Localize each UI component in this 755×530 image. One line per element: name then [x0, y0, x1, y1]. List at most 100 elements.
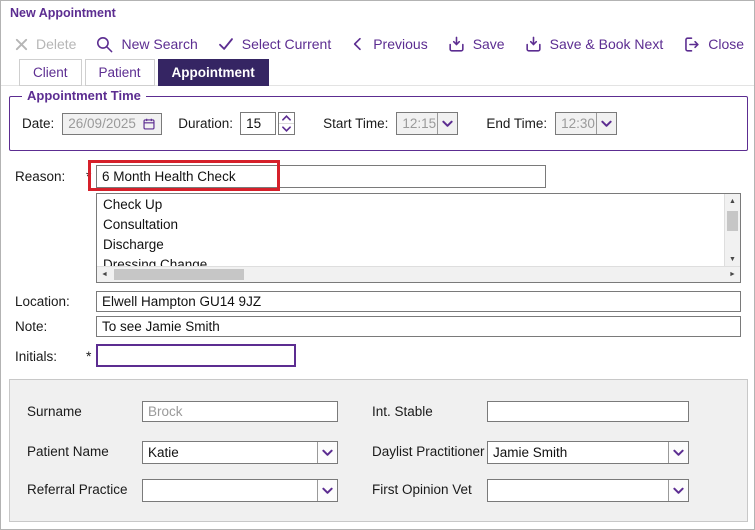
chevron-down-icon[interactable] [317, 480, 337, 501]
new-appointment-window: New Appointment Delete New Search Select… [0, 0, 755, 530]
duration-input[interactable]: 15 [240, 112, 277, 135]
reason-option[interactable]: Consultation [97, 215, 724, 235]
check-icon [217, 35, 235, 53]
start-time-label: Start Time: [323, 116, 389, 131]
reason-required-marker: * [86, 168, 92, 184]
duration-value: 15 [246, 116, 262, 131]
location-value: Elwell Hampton GU14 9JZ [102, 294, 262, 309]
end-time-value: 12:30 [561, 116, 595, 131]
chevron-down-icon[interactable] [596, 113, 617, 134]
first-opinion-vet-label: First Opinion Vet [372, 482, 472, 497]
end-time-label: End Time: [486, 116, 548, 131]
vertical-scrollbar[interactable]: ▲ ▼ [724, 194, 740, 267]
select-current-label: Select Current [241, 36, 332, 52]
patient-name-combo[interactable]: Katie [142, 441, 338, 464]
first-opinion-vet-combo[interactable] [487, 479, 689, 502]
int-stable-label: Int. Stable [372, 404, 433, 419]
new-search-label: New Search [121, 36, 198, 52]
search-icon [95, 35, 114, 54]
save-button[interactable]: Save [447, 35, 505, 54]
chevron-down-icon[interactable] [668, 480, 688, 501]
int-stable-input[interactable] [487, 401, 689, 422]
scroll-up-icon[interactable]: ▲ [725, 194, 740, 209]
chevron-down-icon[interactable] [437, 113, 458, 134]
tabstrip: Client Patient Appointment [19, 59, 269, 86]
date-input[interactable]: 26/09/2025 [62, 112, 163, 135]
patient-name-label: Patient Name [27, 444, 109, 459]
reason-option[interactable]: Check Up [97, 195, 724, 215]
reason-input[interactable]: 6 Month Health Check [96, 165, 546, 188]
scroll-down-icon[interactable]: ▼ [725, 252, 740, 267]
appointment-time-group: Appointment Time Date: 26/09/2025 Durati… [9, 88, 748, 151]
delete-label: Delete [36, 36, 77, 52]
reason-option[interactable]: Discharge [97, 235, 724, 255]
scroll-right-icon[interactable]: ► [725, 267, 740, 282]
save-book-next-label: Save & Book Next [549, 36, 664, 52]
referral-practice-value [143, 480, 317, 501]
initials-input[interactable] [96, 344, 296, 367]
scroll-left-icon[interactable]: ◄ [97, 267, 112, 282]
previous-label: Previous [373, 36, 428, 52]
initials-required-marker: * [86, 348, 92, 364]
close-label: Close [708, 36, 745, 52]
x-icon [14, 37, 29, 52]
toolbar: Delete New Search Select Current Previou… [14, 28, 748, 60]
location-label: Location: [15, 294, 70, 309]
date-label: Date: [22, 116, 55, 131]
reason-value: 6 Month Health Check [102, 169, 236, 184]
horizontal-scrollbar[interactable]: ◄ ► [97, 266, 740, 282]
horizontal-scroll-thumb[interactable] [114, 269, 244, 280]
vertical-scroll-thumb[interactable] [727, 211, 738, 231]
note-value: To see Jamie Smith [102, 319, 220, 334]
note-input[interactable]: To see Jamie Smith [96, 316, 741, 337]
start-time-value: 12:15 [402, 116, 437, 131]
select-current-button[interactable]: Select Current [217, 35, 331, 53]
save-book-next-button[interactable]: Save & Book Next [524, 35, 664, 54]
close-button[interactable]: Close [682, 35, 744, 54]
reason-listbox: Check Up Consultation Discharge Dressing… [96, 193, 741, 283]
save-tray-icon [447, 35, 466, 54]
appointment-time-group-title: Appointment Time [22, 88, 146, 103]
initials-label: Initials: [15, 349, 58, 364]
patient-name-value: Katie [148, 445, 179, 460]
new-search-button[interactable]: New Search [95, 35, 198, 54]
daylist-practitioner-combo[interactable]: Jamie Smith [487, 441, 689, 464]
start-time-combo[interactable]: 12:15 [396, 112, 459, 135]
previous-button[interactable]: Previous [350, 36, 428, 52]
end-time-combo[interactable]: 12:30 [555, 112, 618, 135]
calendar-icon[interactable] [142, 117, 156, 131]
note-label: Note: [15, 319, 48, 334]
window-title: New Appointment [10, 6, 116, 20]
reason-option[interactable]: Dressing Change [97, 255, 724, 266]
daylist-practitioner-label: Daylist Practitioner [372, 444, 485, 459]
tab-appointment[interactable]: Appointment [157, 59, 269, 86]
location-input[interactable]: Elwell Hampton GU14 9JZ [96, 291, 741, 312]
duration-label: Duration: [178, 116, 234, 131]
first-opinion-vet-value [488, 480, 668, 501]
delete-button[interactable]: Delete [14, 36, 76, 52]
tab-client[interactable]: Client [19, 59, 82, 86]
reason-option-list: Check Up Consultation Discharge Dressing… [97, 195, 724, 266]
surname-input[interactable]: Brock [142, 401, 338, 422]
surname-label: Surname [27, 404, 82, 419]
save-label: Save [472, 36, 505, 52]
surname-value: Brock [148, 404, 183, 419]
tab-patient[interactable]: Patient [84, 59, 155, 86]
tab-client-label: Client [33, 65, 68, 80]
date-value: 26/09/2025 [68, 116, 136, 131]
chevron-down-icon[interactable] [668, 442, 688, 463]
chevron-left-icon [350, 36, 366, 52]
daylist-practitioner-value: Jamie Smith [493, 445, 568, 460]
referral-practice-label: Referral Practice [27, 482, 128, 497]
duration-spinner [278, 112, 296, 135]
reason-label: Reason: [15, 169, 66, 184]
spinner-up-button[interactable] [279, 113, 294, 123]
save-book-next-icon [524, 35, 543, 54]
chevron-down-icon[interactable] [317, 442, 337, 463]
tab-appointment-label: Appointment [171, 65, 255, 80]
spinner-down-button[interactable] [279, 123, 295, 134]
tab-patient-label: Patient [98, 65, 141, 80]
exit-arrow-icon [682, 35, 701, 54]
patient-details-group: Surname Brock Int. Stable Patient Name K… [9, 379, 748, 522]
referral-practice-combo[interactable] [142, 479, 338, 502]
